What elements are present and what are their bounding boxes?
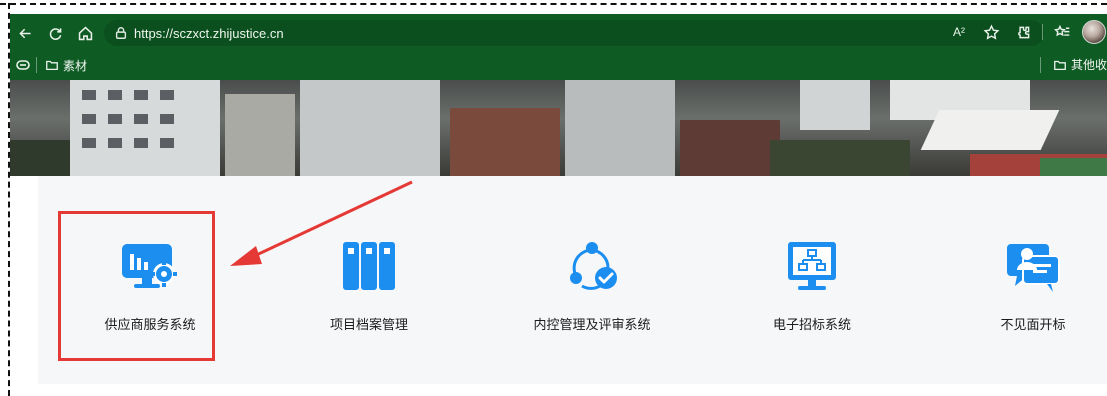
home-icon	[78, 26, 92, 40]
site-info-icon[interactable]	[114, 26, 128, 40]
favorite-button[interactable]	[978, 18, 1004, 46]
tab-actions-icon	[16, 60, 30, 70]
system-card-remote-bidding[interactable]: 不见面开标	[953, 236, 1107, 346]
back-button[interactable]	[10, 18, 40, 48]
arrow-left-icon	[18, 28, 31, 38]
bookmark-folder-label: 素材	[63, 58, 88, 73]
tab-actions-button[interactable]	[10, 53, 36, 77]
refresh-button[interactable]	[40, 18, 70, 48]
favorites-list-icon	[1053, 24, 1069, 36]
folder-icon	[46, 60, 58, 71]
url-text: https://sczxct.zhijustice.cn	[134, 25, 284, 41]
home-button[interactable]	[70, 18, 100, 48]
dashed-border-top	[0, 3, 1107, 5]
annotation-highlight-box	[58, 211, 215, 361]
system-card-internal-control[interactable]: 内控管理及评审系统	[512, 236, 672, 346]
browser-toolbar: https://sczxct.zhijustice.cn A² 素材 其他收	[10, 14, 1107, 80]
campus-banner-image	[10, 80, 1107, 176]
bookmark-folder[interactable]: 素材	[45, 57, 87, 74]
read-aloud-icon: A²	[953, 25, 965, 39]
system-label: 内控管理及评审系统	[533, 317, 651, 332]
internal-control-icon	[561, 236, 623, 296]
address-row: https://sczxct.zhijustice.cn A²	[10, 14, 1107, 52]
system-card-e-tender[interactable]: 电子招标系统	[732, 236, 892, 346]
extensions-icon	[1017, 26, 1029, 38]
e-tender-icon	[781, 236, 843, 296]
favorites-list-button[interactable]	[1049, 18, 1075, 46]
screenshot: https://sczxct.zhijustice.cn A² 素材 其他收 供…	[0, 0, 1107, 396]
read-aloud-button[interactable]: A²	[946, 18, 972, 46]
profile-button[interactable]	[1081, 18, 1107, 46]
annotation-arrow	[230, 180, 413, 266]
folder-icon	[1054, 60, 1066, 70]
other-bookmarks[interactable]: 其他收	[1039, 56, 1107, 73]
system-label: 项目档案管理	[329, 317, 408, 332]
bookmarks-divider	[36, 57, 37, 73]
extensions-button[interactable]	[1010, 18, 1036, 46]
toolbar-divider	[1042, 24, 1043, 40]
bookmarks-bar: 素材 其他收	[10, 52, 1107, 78]
avatar	[1082, 20, 1106, 44]
toolbar-right: A²	[946, 18, 1107, 46]
other-bookmarks-label: 其他收	[1070, 58, 1107, 72]
refresh-icon	[49, 27, 61, 40]
star-icon	[983, 23, 999, 40]
other-bookmarks-divider	[1039, 56, 1041, 73]
system-label: 不见面开标	[1000, 317, 1066, 332]
address-bar[interactable]: https://sczxct.zhijustice.cn	[104, 20, 1044, 46]
system-label: 电子招标系统	[772, 317, 851, 332]
remote-bidding-icon	[1002, 236, 1064, 296]
